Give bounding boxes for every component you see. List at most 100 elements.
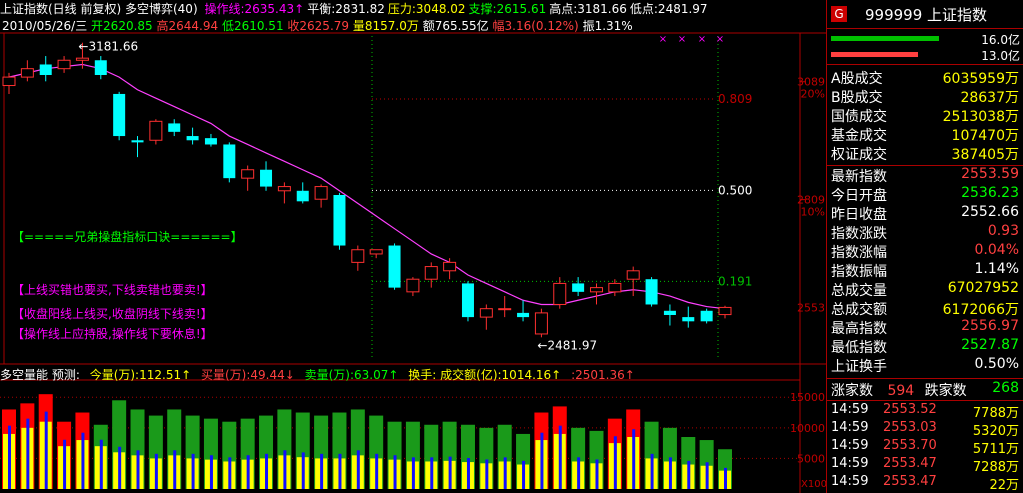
candle-body [260,169,273,187]
tick-row: 14:59 2553.47 22万 [831,474,1021,493]
candle-body [517,312,530,318]
quote-value: 6035959万 [942,71,1019,87]
down-count: 268 [992,380,1019,396]
candle-body [204,138,217,145]
inflow-label: 16.0亿 [981,33,1020,47]
candle-body [223,144,236,179]
candle-body [498,308,512,311]
top-marker: × [716,34,724,45]
info-vol: 量8157.0万 [352,19,419,33]
volume-marker [246,455,250,489]
volume-marker [558,425,562,489]
tick-time: 14:59 [831,402,869,417]
volume-axis-label: 15000 [790,391,825,404]
info-open: 开2620.85 [91,19,153,33]
quote-row: 指数振幅 1.14% [831,261,1021,280]
header-item-2: 压力:3048.02 [387,2,466,16]
tick-row: 14:59 2553.52 7788万 [831,402,1021,421]
header-item-3: 支撑:2615.61 [468,2,547,16]
axis-label: 2553 [797,301,825,314]
volume-marker [209,455,213,489]
quote-value: 2513038万 [942,109,1019,125]
candle-body [333,195,346,246]
chart-title: 上证指数(日线 前复权) 多空博弈(40) [0,2,198,16]
quote-label: 最新指数 [831,169,887,185]
volume-marker [393,455,397,489]
candle-body [2,76,16,87]
tick-row: 14:59 2553.03 5320万 [831,420,1021,439]
volume-marker [668,457,672,489]
volume-marker [44,411,48,489]
volume-marker [650,453,654,489]
quote-value: 0.93 [987,223,1019,239]
tick-vol: 5711万 [972,442,1019,457]
volume-marker [283,450,287,489]
down-label: 跌家数 [924,383,967,399]
tick-price: 2553.03 [883,420,937,435]
candle-body [461,283,474,318]
tick-vol: 5320万 [972,424,1019,439]
quote-value: 0.04% [974,242,1019,258]
candle-body [424,266,438,280]
quote-value: 2553.59 [961,166,1019,182]
quote-label: B股成交 [831,90,883,106]
quote-label: 最低指数 [831,340,887,356]
quote-value: 28637万 [960,90,1019,106]
quote-panel: G 999999 上证指数 16.0亿 13.0亿 A股成交 6035959万 B股… [826,0,1023,493]
candle-body [479,308,493,318]
candle-body [94,60,107,75]
candle-body [351,249,365,263]
volume-marker [320,453,324,489]
up-label: 涨家数 [831,383,873,399]
bar-info: 2010/05/26/三 开2620.85 高2644.94 低2610.51 … [2,17,633,34]
tick-price: 2553.52 [883,402,937,417]
top-marker: × [678,34,686,45]
quote-value: 6172066万 [942,302,1019,318]
tick-time: 14:59 [831,420,869,435]
volume-marker [540,432,544,489]
quote-value: 2527.87 [961,337,1019,353]
candle-body [645,279,658,305]
quote-row: B股成交 28637万 [831,87,1021,106]
quote-row: 指数涨幅 0.04% [831,242,1021,261]
candle-body [241,169,255,179]
quote-label: 最高指数 [831,321,887,337]
candle-body [534,312,548,335]
market-badge[interactable]: G [831,6,847,22]
breadth-row: 涨家数 594 跌家数 268 [831,380,1021,399]
quote-label: 上证换手 [831,359,887,375]
kline-chart[interactable]: 0.8090.5000.191308920%280910%2553× × × ×←31… [0,0,826,493]
tick-row: 14:59 2553.70 5711万 [831,438,1021,457]
volume-marker [485,459,489,489]
quote-row: 最新指数 2553.59 [831,166,1021,185]
formula-title: 【=====兄弟操盘指标口诀======】 [12,230,243,244]
quote-label: 总成交量 [831,283,887,299]
quote-value: 2536.23 [961,185,1019,201]
candle-body [149,120,163,141]
volume-marker [8,425,11,489]
tick-price: 2553.47 [883,456,937,471]
volume-marker [228,457,232,489]
tick-price: 2553.70 [883,438,937,453]
info-amp: 振1.31% [582,19,633,33]
candle-body [406,278,420,293]
volume-marker [724,467,727,489]
quote-row: 基金成交 107470万 [831,125,1021,144]
quote-label: 指数振幅 [831,264,887,280]
candle-body [608,282,622,293]
volume-marker [173,450,177,489]
info-date: 2010/05/26/三 [2,19,88,33]
info-range: 幅3.16(0.12%) [492,19,579,33]
quote-row: 总成交量 67027952 [831,280,1021,299]
quote-row: 指数涨跌 0.93 [831,223,1021,242]
volume-marker [448,456,452,489]
volume-marker [430,457,434,489]
axis-label: 20% [801,88,825,101]
candle-body [277,186,291,192]
volume-total: 今量(万):112.51↑ [89,368,192,382]
volume-marker [356,450,360,489]
volume-turnover: 换手: 成交额(亿):1014.16↑ [408,368,562,382]
volume-marker [191,453,195,489]
info-close: 收2625.79 [287,19,350,33]
header-item-0: 操作线:2635.43↑ [204,2,305,16]
